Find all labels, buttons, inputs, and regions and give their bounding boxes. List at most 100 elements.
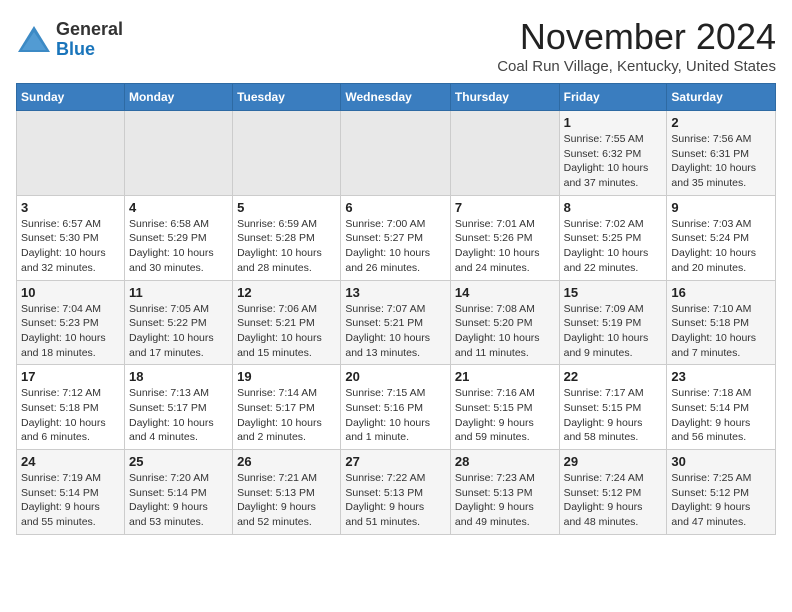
calendar-table: SundayMondayTuesdayWednesdayThursdayFrid… xyxy=(16,83,776,535)
day-number: 17 xyxy=(21,369,120,384)
day-info: Sunrise: 7:18 AM Sunset: 5:14 PM Dayligh… xyxy=(671,386,771,445)
weekday-header-tuesday: Tuesday xyxy=(233,84,341,111)
calendar-cell: 16Sunrise: 7:10 AM Sunset: 5:18 PM Dayli… xyxy=(667,280,776,365)
day-info: Sunrise: 6:59 AM Sunset: 5:28 PM Dayligh… xyxy=(237,217,336,276)
weekday-header-wednesday: Wednesday xyxy=(341,84,451,111)
calendar-cell: 1 Sunrise: 7:55 AM Sunset: 6:32 PM Daylig… xyxy=(559,111,667,196)
calendar-cell: 7Sunrise: 7:01 AM Sunset: 5:26 PM Daylig… xyxy=(450,195,559,280)
day-info: Sunrise: 7:23 AM Sunset: 5:13 PM Dayligh… xyxy=(455,471,555,530)
day-number: 14 xyxy=(455,285,555,300)
day-info: Sunrise: 7:00 AM Sunset: 5:27 PM Dayligh… xyxy=(345,217,446,276)
weekday-header-thursday: Thursday xyxy=(450,84,559,111)
calendar-cell: 12 Sunrise: 7:06 AM Sunset: 5:21 PM Dayli… xyxy=(233,280,341,365)
location-subtitle: Coal Run Village, Kentucky, United State… xyxy=(497,58,776,75)
title-block: November 2024 Coal Run Village, Kentucky… xyxy=(497,16,776,75)
calendar-cell: 29 Sunrise: 7:24 AM Sunset: 5:12 PM Dayli… xyxy=(559,450,667,535)
weekday-header-row: SundayMondayTuesdayWednesdayThursdayFrid… xyxy=(17,84,776,111)
week-row-3: 10Sunrise: 7:04 AM Sunset: 5:23 PM Dayli… xyxy=(17,280,776,365)
weekday-header-monday: Monday xyxy=(124,84,232,111)
day-info: Sunrise: 6:58 AM Sunset: 5:29 PM Dayligh… xyxy=(129,217,228,276)
weekday-header-sunday: Sunday xyxy=(17,84,125,111)
day-number: 18 xyxy=(129,369,228,384)
day-number: 29 xyxy=(564,454,663,469)
day-number: 12 xyxy=(237,285,336,300)
calendar-cell: 23 Sunrise: 7:18 AM Sunset: 5:14 PM Dayli… xyxy=(667,365,776,450)
week-row-2: 3 Sunrise: 6:57 AM Sunset: 5:30 PM Daylig… xyxy=(17,195,776,280)
calendar-cell: 9 Sunrise: 7:03 AM Sunset: 5:24 PM Daylig… xyxy=(667,195,776,280)
logo-general: General xyxy=(56,19,123,39)
calendar-cell: 25Sunrise: 7:20 AM Sunset: 5:14 PM Dayli… xyxy=(124,450,232,535)
day-number: 5 xyxy=(237,200,336,215)
logo-icon xyxy=(16,22,52,58)
calendar-cell: 28 Sunrise: 7:23 AM Sunset: 5:13 PM Dayli… xyxy=(450,450,559,535)
day-info: Sunrise: 7:05 AM Sunset: 5:22 PM Dayligh… xyxy=(129,302,228,361)
calendar-cell: 27Sunrise: 7:22 AM Sunset: 5:13 PM Dayli… xyxy=(341,450,451,535)
calendar-cell xyxy=(341,111,451,196)
logo-blue: Blue xyxy=(56,39,95,59)
day-number: 24 xyxy=(21,454,120,469)
week-row-1: 1 Sunrise: 7:55 AM Sunset: 6:32 PM Daylig… xyxy=(17,111,776,196)
day-info: Sunrise: 7:03 AM Sunset: 5:24 PM Dayligh… xyxy=(671,217,771,276)
day-info: Sunrise: 7:17 AM Sunset: 5:15 PM Dayligh… xyxy=(564,386,663,445)
day-number: 28 xyxy=(455,454,555,469)
calendar-cell xyxy=(233,111,341,196)
day-info: Sunrise: 7:55 AM Sunset: 6:32 PM Dayligh… xyxy=(564,132,663,191)
day-info: Sunrise: 7:21 AM Sunset: 5:13 PM Dayligh… xyxy=(237,471,336,530)
week-row-4: 17 Sunrise: 7:12 AM Sunset: 5:18 PM Dayli… xyxy=(17,365,776,450)
calendar-cell: 24Sunrise: 7:19 AM Sunset: 5:14 PM Dayli… xyxy=(17,450,125,535)
day-info: Sunrise: 6:57 AM Sunset: 5:30 PM Dayligh… xyxy=(21,217,120,276)
day-info: Sunrise: 7:04 AM Sunset: 5:23 PM Dayligh… xyxy=(21,302,120,361)
calendar-cell: 6 Sunrise: 7:00 AM Sunset: 5:27 PM Daylig… xyxy=(341,195,451,280)
day-info: Sunrise: 7:12 AM Sunset: 5:18 PM Dayligh… xyxy=(21,386,120,445)
day-number: 3 xyxy=(21,200,120,215)
day-info: Sunrise: 7:09 AM Sunset: 5:19 PM Dayligh… xyxy=(564,302,663,361)
day-info: Sunrise: 7:14 AM Sunset: 5:17 PM Dayligh… xyxy=(237,386,336,445)
day-info: Sunrise: 7:56 AM Sunset: 6:31 PM Dayligh… xyxy=(671,132,771,191)
day-number: 15 xyxy=(564,285,663,300)
week-row-5: 24Sunrise: 7:19 AM Sunset: 5:14 PM Dayli… xyxy=(17,450,776,535)
day-number: 25 xyxy=(129,454,228,469)
day-info: Sunrise: 7:13 AM Sunset: 5:17 PM Dayligh… xyxy=(129,386,228,445)
day-number: 23 xyxy=(671,369,771,384)
day-number: 22 xyxy=(564,369,663,384)
day-number: 21 xyxy=(455,369,555,384)
calendar-cell: 18 Sunrise: 7:13 AM Sunset: 5:17 PM Dayli… xyxy=(124,365,232,450)
logo-text: General Blue xyxy=(56,20,123,60)
day-info: Sunrise: 7:07 AM Sunset: 5:21 PM Dayligh… xyxy=(345,302,446,361)
day-number: 19 xyxy=(237,369,336,384)
day-info: Sunrise: 7:24 AM Sunset: 5:12 PM Dayligh… xyxy=(564,471,663,530)
weekday-header-saturday: Saturday xyxy=(667,84,776,111)
calendar-cell: 15 Sunrise: 7:09 AM Sunset: 5:19 PM Dayli… xyxy=(559,280,667,365)
calendar-cell: 2 Sunrise: 7:56 AM Sunset: 6:31 PM Daylig… xyxy=(667,111,776,196)
calendar-cell: 21Sunrise: 7:16 AM Sunset: 5:15 PM Dayli… xyxy=(450,365,559,450)
month-title: November 2024 xyxy=(497,16,776,58)
day-number: 26 xyxy=(237,454,336,469)
day-number: 2 xyxy=(671,115,771,130)
day-number: 1 xyxy=(564,115,663,130)
calendar-cell: 22 Sunrise: 7:17 AM Sunset: 5:15 PM Dayli… xyxy=(559,365,667,450)
day-number: 9 xyxy=(671,200,771,215)
calendar-cell: 14 Sunrise: 7:08 AM Sunset: 5:20 PM Dayli… xyxy=(450,280,559,365)
day-info: Sunrise: 7:02 AM Sunset: 5:25 PM Dayligh… xyxy=(564,217,663,276)
day-number: 6 xyxy=(345,200,446,215)
day-number: 16 xyxy=(671,285,771,300)
day-info: Sunrise: 7:06 AM Sunset: 5:21 PM Dayligh… xyxy=(237,302,336,361)
calendar-cell: 30Sunrise: 7:25 AM Sunset: 5:12 PM Dayli… xyxy=(667,450,776,535)
weekday-header-friday: Friday xyxy=(559,84,667,111)
calendar-cell: 11 Sunrise: 7:05 AM Sunset: 5:22 PM Dayli… xyxy=(124,280,232,365)
day-number: 11 xyxy=(129,285,228,300)
calendar-cell: 13Sunrise: 7:07 AM Sunset: 5:21 PM Dayli… xyxy=(341,280,451,365)
calendar-cell: 26 Sunrise: 7:21 AM Sunset: 5:13 PM Dayli… xyxy=(233,450,341,535)
calendar-cell: 8 Sunrise: 7:02 AM Sunset: 5:25 PM Daylig… xyxy=(559,195,667,280)
calendar-cell xyxy=(450,111,559,196)
day-number: 7 xyxy=(455,200,555,215)
calendar-cell: 19 Sunrise: 7:14 AM Sunset: 5:17 PM Dayli… xyxy=(233,365,341,450)
day-info: Sunrise: 7:08 AM Sunset: 5:20 PM Dayligh… xyxy=(455,302,555,361)
day-number: 30 xyxy=(671,454,771,469)
calendar-cell xyxy=(124,111,232,196)
day-number: 8 xyxy=(564,200,663,215)
calendar-cell: 3 Sunrise: 6:57 AM Sunset: 5:30 PM Daylig… xyxy=(17,195,125,280)
calendar-cell: 10Sunrise: 7:04 AM Sunset: 5:23 PM Dayli… xyxy=(17,280,125,365)
page-header: General Blue November 2024 Coal Run Vill… xyxy=(16,16,776,75)
calendar-cell: 17 Sunrise: 7:12 AM Sunset: 5:18 PM Dayli… xyxy=(17,365,125,450)
